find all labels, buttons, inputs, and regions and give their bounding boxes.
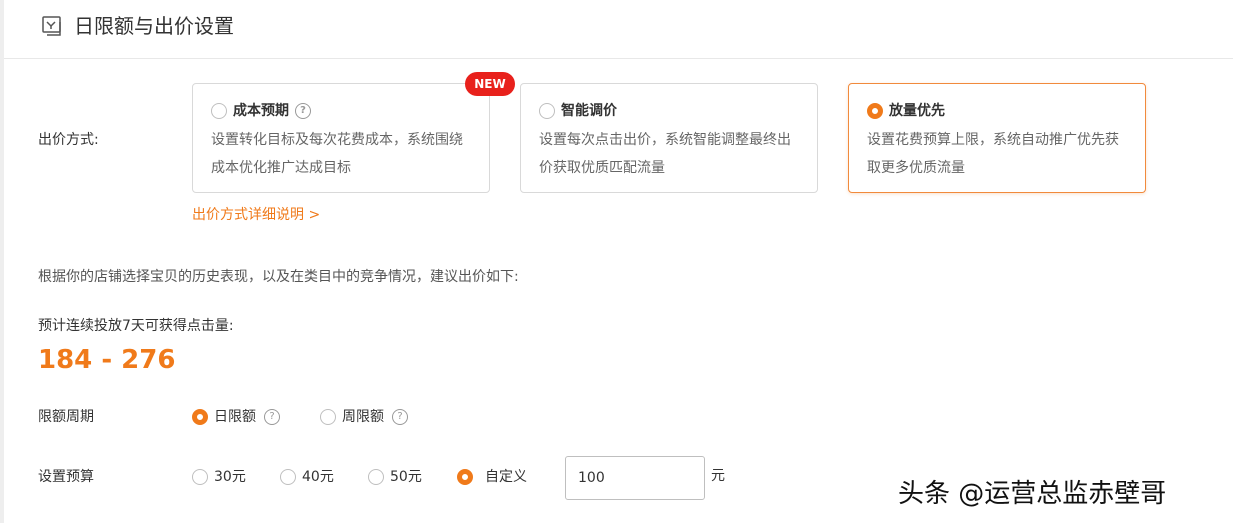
budget-option-50[interactable]: 50元	[368, 467, 422, 487]
suggestion-text: 根据你的店铺选择宝贝的历史表现，以及在类目中的竞争情况，建议出价如下:	[38, 269, 519, 285]
card-title: 放量优先	[889, 103, 945, 119]
budget-option-30[interactable]: 30元	[192, 467, 246, 487]
limit-period-label: 限额周期	[38, 409, 94, 425]
watermark: 头条 @运营总监赤壁哥	[898, 479, 1167, 509]
section-header: 日限额与出价设置	[4, 0, 1233, 59]
custom-budget-input[interactable]	[565, 456, 705, 500]
budget-option-40[interactable]: 40元	[280, 467, 334, 487]
bid-method-detail-link[interactable]: 出价方式详细说明 >	[192, 205, 320, 225]
bid-option-smart-adjust[interactable]: 智能调价 设置每次点击出价，系统智能调整最终出价获取优质匹配流量	[520, 83, 818, 193]
radio-budget-50[interactable]	[368, 469, 384, 485]
section-title: 日限额与出价设置	[74, 14, 234, 38]
new-badge: NEW	[465, 72, 515, 96]
budget-label: 设置预算	[38, 469, 94, 485]
radio-budget-30[interactable]	[192, 469, 208, 485]
radio-daily-limit[interactable]	[192, 409, 208, 425]
left-border	[0, 0, 4, 523]
radio-cost-expectation[interactable]	[211, 103, 227, 119]
limit-option-weekly[interactable]: 周限额 ?	[320, 407, 408, 427]
budget-unit: 元	[711, 468, 725, 484]
help-icon[interactable]: ?	[264, 409, 280, 425]
card-title: 智能调价	[561, 103, 617, 119]
forecast-clicks-value: 184 - 276	[38, 345, 176, 375]
bid-option-volume-first[interactable]: 放量优先 设置花费预算上限，系统自动推广优先获取更多优质流量	[848, 83, 1146, 193]
card-title: 成本预期?	[233, 101, 311, 121]
radio-budget-custom[interactable]	[457, 469, 473, 485]
budget-option-custom[interactable]: 自定义	[457, 467, 527, 487]
card-description: 设置花费预算上限，系统自动推广优先获取更多优质流量	[867, 132, 1119, 176]
radio-budget-40[interactable]	[280, 469, 296, 485]
bid-method-label: 出价方式:	[38, 132, 99, 148]
forecast-label: 预计连续投放7天可获得点击量:	[38, 318, 234, 334]
card-description: 设置转化目标及每次花费成本，系统围绕成本优化推广达成目标	[211, 132, 463, 176]
card-description: 设置每次点击出价，系统智能调整最终出价获取优质匹配流量	[539, 132, 791, 176]
limit-option-daily[interactable]: 日限额 ?	[192, 407, 280, 427]
bid-option-cost-expectation[interactable]: 成本预期? 设置转化目标及每次花费成本，系统围绕成本优化推广达成目标	[192, 83, 490, 193]
radio-smart-adjust[interactable]	[539, 103, 555, 119]
radio-weekly-limit[interactable]	[320, 409, 336, 425]
help-icon[interactable]: ?	[392, 409, 408, 425]
radio-volume-first[interactable]	[867, 103, 883, 119]
help-icon[interactable]: ?	[295, 103, 311, 119]
calendar-icon	[40, 14, 64, 38]
